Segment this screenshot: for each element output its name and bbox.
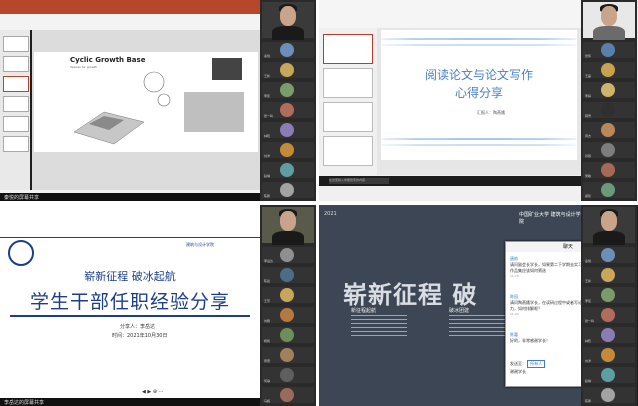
- participant-tile[interactable]: 陈鹏: [262, 182, 314, 198]
- participant-strip[interactable]: 秦悦 王新 李佳 张一鸣 林晓 刘洋 赵琳 陈鹏: [260, 0, 316, 201]
- participant-tile[interactable]: 马超: [262, 387, 314, 403]
- date-label: 时间：2021年10月30日: [112, 333, 168, 339]
- wave-decoration: [381, 144, 577, 146]
- participant-tile[interactable]: 李岳达: [262, 247, 314, 263]
- recipient-select[interactable]: 所有人: [527, 360, 546, 368]
- participant-tile[interactable]: 张伟: [583, 42, 635, 58]
- participant-tile[interactable]: 李佳: [262, 82, 314, 98]
- participant-tile[interactable]: 赵琳: [262, 162, 314, 178]
- slide-thumbnail[interactable]: [3, 76, 29, 92]
- participant-tile[interactable]: 张一鸣: [262, 102, 314, 118]
- architecture-model-graphic: [73, 58, 244, 145]
- speaker-video: [262, 207, 314, 245]
- slide-bottom: ◀ ▶ ⊕ ⋯: [0, 353, 260, 398]
- panel-student-cadre-share: 建筑与设计学院 崭新征程 破冰起航 学生干部任职经验分享 分享人：李岳达 时间：…: [0, 205, 316, 406]
- participant-tile[interactable]: 林晓: [583, 327, 635, 343]
- participant-tile[interactable]: 韩雪: [583, 102, 635, 118]
- send-to-row: 发送至： 所有人: [510, 360, 546, 368]
- panel-wps-share: 阅读论文与论文写作 心得分享 汇报人：陶燕娥 在这里输入你要搜索的内容 张伟 王…: [319, 0, 638, 201]
- participant-tile[interactable]: 王新: [262, 62, 314, 78]
- speaker-label: 分享人：李岳达: [120, 324, 156, 330]
- school-logo: 建筑与设计学院: [186, 242, 214, 247]
- slide-cyclic-growth: Cyclic Growth Base Spaces for growth: [34, 52, 258, 152]
- participant-tile[interactable]: 杨帆: [262, 327, 314, 343]
- university-seal-icon: [8, 240, 34, 266]
- slide-thumbnail[interactable]: [323, 136, 373, 166]
- slide-thumbnail[interactable]: [3, 96, 29, 112]
- slide-thumbnail[interactable]: [323, 34, 373, 64]
- slide-year: 2021: [324, 211, 337, 217]
- participant-tile[interactable]: 刘洋: [262, 142, 314, 158]
- windows-taskbar[interactable]: 在这里输入你要搜索的内容: [319, 176, 581, 186]
- speaker-video: [583, 207, 635, 245]
- slide-thumbnail[interactable]: [323, 68, 373, 98]
- participant-tile[interactable]: 孙颖: [583, 142, 635, 158]
- wps-toolbar[interactable]: [319, 0, 581, 29]
- slide-reading-papers: 阅读论文与论文写作 心得分享 汇报人：陶燕娥: [381, 30, 577, 160]
- slide-student-cadre: 建筑与设计学院 崭新征程 破冰起航 学生干部任职经验分享 分享人：李岳达 时间：…: [0, 205, 260, 398]
- speaker-video: [583, 2, 635, 40]
- participant-strip[interactable]: 张伟 王磊 李婷 韩雪 周杰 孙颖 吴敏 郑凯: [581, 0, 637, 201]
- send-to-label: 发送至：: [510, 361, 526, 366]
- slide-title-line1: 阅读论文与论文写作: [424, 68, 533, 82]
- participant-tile[interactable]: 王磊: [583, 62, 635, 78]
- participant-tile[interactable]: 王新: [583, 267, 635, 283]
- slide-thumbnail[interactable]: [3, 116, 29, 132]
- top-band: [0, 225, 260, 238]
- participant-tile[interactable]: 林晓: [262, 122, 314, 138]
- participant-tile[interactable]: 王芳: [262, 287, 314, 303]
- participant-tile[interactable]: 周杰: [583, 122, 635, 138]
- participant-tile[interactable]: 陈鹏: [583, 387, 635, 403]
- wps-slide-thumbnails[interactable]: [319, 28, 377, 175]
- share-label-bar: 李岳达的屏幕共享: [0, 398, 260, 406]
- reporter-label: 汇报人：陶燕娥: [477, 110, 505, 115]
- participant-tile[interactable]: 张一鸣: [583, 307, 635, 323]
- participant-tile[interactable]: 刘洋: [583, 347, 635, 363]
- section-heading: 破冰团建: [449, 308, 470, 314]
- participant-tile[interactable]: 李佳: [583, 287, 635, 303]
- slide-header-line: 崭新征程 破冰起航: [84, 270, 176, 283]
- slide-thumbnail[interactable]: [323, 102, 373, 132]
- slide-title-line2: 心得分享: [454, 86, 503, 100]
- paragraph-placeholder: [351, 315, 407, 339]
- wave-decoration: [381, 138, 577, 140]
- panel-powerpoint-share: Cyclic Growth Base Spaces for growth 秦悦的…: [0, 0, 316, 201]
- ppt-ribbon[interactable]: [0, 14, 260, 30]
- paragraph-placeholder: [449, 315, 505, 339]
- participant-tile[interactable]: 秦悦: [262, 42, 314, 58]
- wave-decoration: [381, 44, 577, 46]
- participant-tile[interactable]: 何静: [262, 367, 314, 383]
- participant-strip[interactable]: 秦悦 王新 李佳 张一鸣 林晓 刘洋 赵琳 陈鹏: [581, 205, 637, 406]
- slide-thumbnail[interactable]: [3, 36, 29, 52]
- school-logo: 中国矿业大学 建筑与设计学院: [519, 212, 581, 225]
- speaker-video: [262, 2, 314, 40]
- slide-thumbnail[interactable]: [3, 136, 29, 152]
- taskbar-search[interactable]: 在这里输入你要搜索的内容: [329, 178, 389, 184]
- section-heading: 新征程起航: [351, 308, 377, 314]
- participant-tile[interactable]: 陈晨: [262, 267, 314, 283]
- participant-tile[interactable]: 刘畅: [262, 307, 314, 323]
- title-underline: [10, 315, 250, 317]
- slideshow-controls-icon[interactable]: ◀ ▶ ⊕ ⋯: [142, 389, 164, 395]
- slide-main-title: 学生干部任职经验分享: [29, 291, 230, 313]
- share-label-bar: 秦悦的屏幕共享: [0, 193, 260, 201]
- panel-chat-share: 2021 中国矿业大学 建筑与设计学院 崭新征程 破 新征程起航 破冰团建 聊天…: [319, 205, 638, 406]
- participant-tile[interactable]: 吴敏: [583, 162, 635, 178]
- sharer-label: 李岳达的屏幕共享: [4, 400, 45, 406]
- slide-thumbnail[interactable]: [3, 56, 29, 72]
- wave-decoration: [381, 38, 577, 40]
- ppt-slide-thumbnails[interactable]: [0, 30, 30, 190]
- participant-tile[interactable]: 赵琳: [583, 367, 635, 383]
- participant-tile[interactable]: 秦悦: [583, 247, 635, 263]
- participant-tile[interactable]: 郑凯: [583, 182, 635, 198]
- participant-tile[interactable]: 李婷: [583, 82, 635, 98]
- participant-strip[interactable]: 李岳达 陈晨 王芳 刘畅 杨帆 黄蕾 何静 马超: [260, 205, 316, 406]
- participant-tile[interactable]: 黄蕾: [262, 347, 314, 363]
- sharer-label: 秦悦的屏幕共享: [4, 195, 40, 201]
- slide-big-text: 崭新征程 破: [343, 281, 478, 309]
